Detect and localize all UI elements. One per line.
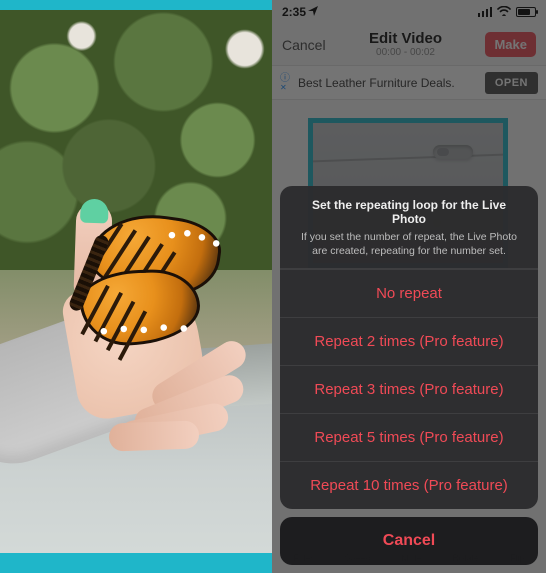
sheet-subtitle: If you set the number of repeat, the Liv…	[294, 230, 524, 258]
photo-butterfly-on-hand	[0, 10, 272, 573]
phone-screenshot: 2:35 Cancel Edit Video 00:00 - 00:02 Mak…	[272, 0, 546, 573]
sheet-option-repeat-10[interactable]: Repeat 10 times (Pro feature)	[280, 461, 538, 509]
sheet-cancel-button[interactable]: Cancel	[280, 517, 538, 565]
sheet-option-repeat-2[interactable]: Repeat 2 times (Pro feature)	[280, 317, 538, 365]
monarch-butterfly	[60, 205, 250, 355]
top-accent-bar	[0, 0, 272, 10]
sheet-option-repeat-5[interactable]: Repeat 5 times (Pro feature)	[280, 413, 538, 461]
left-photo-pane	[0, 0, 272, 573]
action-sheet-group: Set the repeating loop for the Live Phot…	[280, 186, 538, 509]
bottom-accent-bar	[0, 553, 272, 573]
sheet-title: Set the repeating loop for the Live Phot…	[294, 198, 524, 226]
action-sheet-header: Set the repeating loop for the Live Phot…	[280, 186, 538, 269]
action-sheet: Set the repeating loop for the Live Phot…	[280, 186, 538, 565]
sheet-option-repeat-3[interactable]: Repeat 3 times (Pro feature)	[280, 365, 538, 413]
sheet-option-no-repeat[interactable]: No repeat	[280, 269, 538, 317]
